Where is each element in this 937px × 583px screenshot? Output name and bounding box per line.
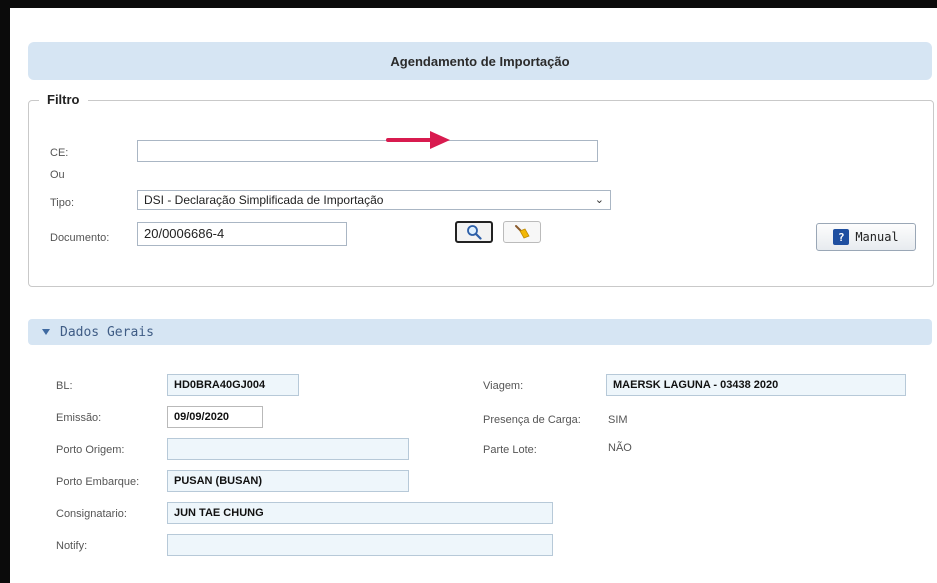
ou-label: Ou	[50, 169, 65, 181]
notify-field	[167, 534, 553, 556]
dados-gerais-header[interactable]: Dados Gerais	[28, 319, 932, 345]
viagem-label: Viagem:	[483, 380, 524, 392]
arrow-pointer-icon	[386, 131, 450, 149]
consignatario-label: Consignatario:	[56, 508, 127, 520]
notify-label: Notify:	[56, 540, 88, 552]
tipo-select[interactable]: DSI - Declaração Simplificada de Importa…	[137, 190, 611, 210]
tipo-selected-value: DSI - Declaração Simplificada de Importa…	[144, 193, 384, 207]
manual-button[interactable]: ? Manual	[816, 223, 916, 251]
documento-label: Documento:	[50, 232, 110, 244]
parte-lote-value: NÃO	[608, 442, 632, 454]
help-book-icon: ?	[833, 229, 850, 245]
filtro-legend: Filtro	[39, 92, 88, 107]
presenca-label: Presença de Carga:	[483, 414, 581, 426]
porto-embarque-field: PUSAN (BUSAN)	[167, 470, 409, 492]
tipo-label: Tipo:	[50, 197, 75, 209]
clear-button[interactable]	[503, 221, 541, 243]
page-title: Agendamento de Importação	[390, 53, 570, 69]
porto-embarque-label: Porto Embarque:	[56, 476, 140, 488]
page-title-bar: Agendamento de Importação	[28, 42, 932, 80]
presenca-value: SIM	[608, 414, 628, 426]
porto-origem-label: Porto Origem:	[56, 444, 125, 456]
search-button[interactable]	[455, 221, 493, 243]
viagem-field: MAERSK LAGUNA - 03438 2020	[606, 374, 906, 396]
app-frame: Agendamento de Importação Filtro CE: Ou …	[10, 8, 937, 583]
emissao-label: Emissão:	[56, 412, 102, 424]
documento-input[interactable]: 20/0006686-4	[137, 222, 347, 246]
chevron-down-icon: ⌄	[594, 194, 604, 206]
dados-gerais-title: Dados Gerais	[60, 324, 154, 340]
porto-origem-field	[167, 438, 409, 460]
broom-icon	[515, 225, 530, 239]
emissao-field: 09/09/2020	[167, 406, 263, 428]
parte-lote-label: Parte Lote:	[483, 444, 537, 456]
ce-input[interactable]	[137, 140, 598, 162]
collapse-triangle-icon	[42, 329, 50, 335]
ce-label: CE:	[50, 147, 69, 159]
bl-field: HD0BRA40GJ004	[167, 374, 299, 396]
consignatario-field: JUN TAE CHUNG	[167, 502, 553, 524]
manual-label: Manual	[855, 230, 899, 244]
bl-label: BL:	[56, 380, 73, 392]
magnifier-icon	[467, 225, 482, 240]
